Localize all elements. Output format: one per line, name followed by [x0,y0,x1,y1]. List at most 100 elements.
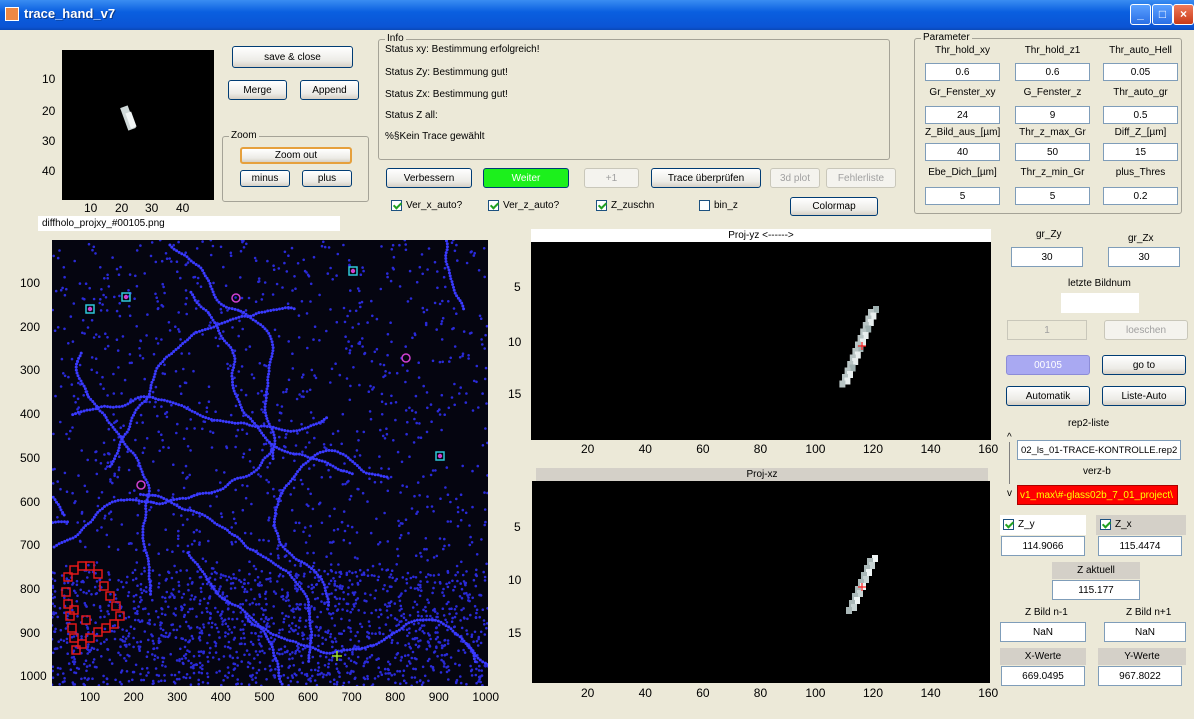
minimize-icon[interactable]: _ [1130,4,1151,25]
proj-tick: 60 [696,442,710,456]
proj-xz-canvas[interactable] [532,481,990,683]
checkbox-icon [391,200,402,211]
param-input[interactable]: 0.6 [925,63,1000,81]
param-input[interactable]: 0.2 [1103,187,1178,205]
main-xtick: 100 [80,690,101,704]
proj-tick: 40 [638,686,652,700]
go-to-button[interactable]: go to [1102,355,1186,375]
save-close-button[interactable]: save & close [232,46,353,68]
main-xtick: 700 [341,690,362,704]
main-xtick: 400 [210,690,231,704]
param-label: Thr_auto_Hell [1109,45,1172,56]
zoom-out-button[interactable]: Zoom out [240,147,352,164]
scroll-down-icon[interactable]: v [1007,488,1012,499]
ver-z-auto-checkbox[interactable]: Ver_z_auto? [488,200,559,211]
param-label: Thr_z_min_Gr [1020,167,1085,178]
checkbox-icon [1003,519,1014,530]
z-aktuell-value: 115.177 [1052,580,1140,600]
x-werte-value: 669.0495 [1001,666,1085,686]
3d-plot-button[interactable]: 3d plot [770,168,820,188]
param-input[interactable]: 0.05 [1103,63,1178,81]
rep2-liste-field[interactable]: 02_ls_01-TRACE-KONTROLLE.rep2 [1017,440,1181,460]
proj-xz-title: Proj-xz [536,468,988,481]
gr-zy-input[interactable]: 30 [1011,247,1083,267]
param-input[interactable]: 15 [1103,143,1178,161]
proj-yz-canvas[interactable] [531,242,991,440]
gr-zx-input[interactable]: 30 [1108,247,1180,267]
param-input[interactable]: 0.6 [1015,63,1090,81]
minus-button[interactable]: minus [240,170,290,187]
proj-xz-plot[interactable] [532,481,990,683]
proj-tick: 80 [753,442,768,456]
plus-one-button[interactable]: +1 [584,168,639,188]
bildnum-field[interactable]: 00105 [1006,355,1090,375]
checkbox-icon [596,200,607,211]
main-ytick: 500 [20,450,41,465]
z-prev-label: Z Bild n-1 [1025,607,1068,618]
proj-tick: 15 [508,387,522,401]
trace-status: %§Kein Trace gewählt [385,131,485,142]
thumbnail-image[interactable] [62,50,214,200]
main-trace-plot[interactable] [52,240,488,686]
verz-b-label: verz-b [1083,466,1111,477]
proj-tick: 5 [514,280,521,294]
append-button[interactable]: Append [300,80,359,100]
main-plot-canvas[interactable] [52,240,488,686]
maximize-icon[interactable]: □ [1152,4,1173,25]
index-field[interactable]: 1 [1007,320,1087,340]
list-scrollbar[interactable] [1009,442,1010,484]
main-ytick: 1000 [20,669,47,684]
y-werte-label: Y-Werte [1098,648,1186,665]
zoom-group: Zoom [222,130,369,202]
proj-yz-plot[interactable] [531,242,991,440]
main-ytick: 700 [20,538,41,553]
filename-field: diffholo_projxy_#00105.png [38,216,340,231]
y-werte-value: 967.8022 [1098,666,1182,686]
main-xtick: 500 [254,690,275,704]
plus-button[interactable]: plus [302,170,352,187]
main-xtick: 800 [385,690,406,704]
automatik-button[interactable]: Automatik [1006,386,1090,406]
main-ytick: 100 [20,276,41,290]
proj-tick: 40 [638,442,652,456]
letzte-bildnum-field[interactable] [1061,293,1139,313]
merge-button[interactable]: Merge [228,80,287,100]
checkbox-icon [488,200,499,211]
proj-tick: 10 [508,573,522,587]
loeschen-button[interactable]: loeschen [1104,320,1188,340]
verz-b-field[interactable]: v1_max\#-glass02b_7_01_project\ [1017,485,1178,505]
colormap-button[interactable]: Colormap [790,197,878,216]
param-input[interactable]: 5 [925,187,1000,205]
proj-tick: 15 [508,626,522,640]
param-input[interactable]: 0.5 [1103,106,1178,124]
verbessern-button[interactable]: Verbessern [386,168,472,188]
z-x-checkbox[interactable]: Z_x [1100,519,1132,530]
status-zx: Status Zx: Bestimmung gut! [385,89,508,100]
status-zy: Status Zy: Bestimmung gut! [385,67,508,78]
bin-z-checkbox[interactable]: bin_z [699,200,738,211]
param-input[interactable]: 5 [1015,187,1090,205]
proj-tick: 80 [753,686,768,700]
param-input[interactable]: 9 [1015,106,1090,124]
close-icon[interactable]: × [1173,4,1194,25]
trace-check-button[interactable]: Trace überprüfen [651,168,761,188]
param-input[interactable]: 24 [925,106,1000,124]
window-title: trace_hand_v7 [24,6,116,21]
x-werte-label: X-Werte [1000,648,1086,665]
fehlerliste-button[interactable]: Fehlerliste [826,168,896,188]
z-zuschn-checkbox[interactable]: Z_zuschn [596,200,654,211]
app-icon [5,7,19,21]
thumb-ytick: 40 [42,164,56,178]
ver-x-auto-checkbox[interactable]: Ver_x_auto? [391,200,462,211]
main-xtick: 600 [298,690,319,704]
z-aktuell-label: Z aktuell [1052,562,1140,579]
param-label: Thr_z_max_Gr [1019,127,1086,138]
param-input[interactable]: 40 [925,143,1000,161]
weiter-button[interactable]: Weiter [483,168,569,188]
proj-tick: 20 [581,442,595,456]
z-x-value: 115.4474 [1098,536,1182,556]
param-input[interactable]: 50 [1015,143,1090,161]
liste-auto-button[interactable]: Liste-Auto [1102,386,1186,406]
main-ytick: 200 [20,319,41,334]
z-y-checkbox[interactable]: Z_y [1003,519,1035,530]
